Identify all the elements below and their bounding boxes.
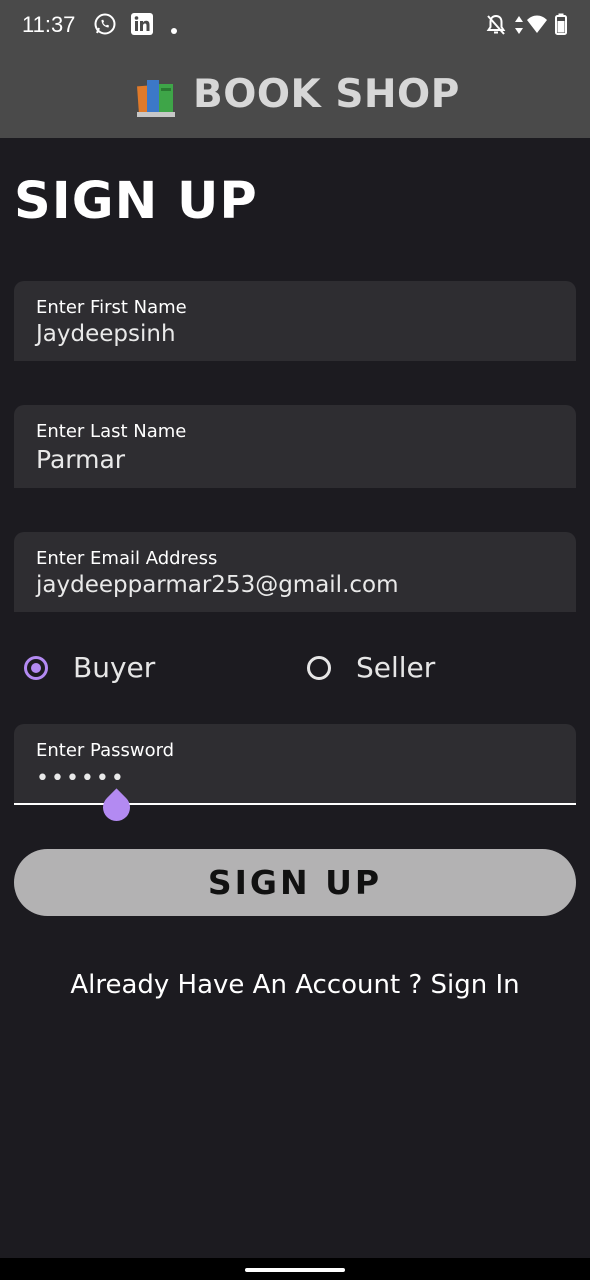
data-arrows-icon <box>514 14 524 40</box>
whatsapp-icon <box>93 12 117 40</box>
linkedin-icon <box>130 12 154 40</box>
notifications-off-icon <box>486 14 506 40</box>
last-name-label: Enter Last Name <box>36 421 187 442</box>
home-gesture-handle[interactable] <box>245 1268 345 1272</box>
buyer-radio[interactable] <box>24 656 48 680</box>
password-value: •••••• <box>36 766 126 791</box>
last-name-value: Parmar <box>36 445 126 474</box>
password-field[interactable]: Enter Password •••••• <box>14 724 576 805</box>
dot-icon <box>170 20 178 39</box>
app-bar: BOOK SHOP <box>0 52 590 138</box>
first-name-field[interactable]: Enter First Name Jaydeepsinh <box>14 281 576 361</box>
last-name-field[interactable]: Enter Last Name Parmar <box>14 405 576 488</box>
wifi-icon <box>526 14 548 38</box>
status-time: 11:37 <box>22 12 76 37</box>
email-value: jaydeepparmar253@gmail.com <box>36 572 399 598</box>
email-field[interactable]: Enter Email Address jaydeepparmar253@gma… <box>14 532 576 612</box>
password-label: Enter Password <box>36 740 175 761</box>
first-name-value: Jaydeepsinh <box>36 321 176 347</box>
app-title: BOOK SHOP <box>193 72 460 117</box>
status-bar: 11:37 <box>0 0 590 52</box>
battery-icon <box>555 13 567 39</box>
books-icon <box>133 74 179 124</box>
first-name-label: Enter First Name <box>36 297 187 318</box>
sign-up-button[interactable]: SIGN UP <box>14 849 576 916</box>
sign-in-link[interactable]: Already Have An Account ? Sign In <box>0 970 590 1000</box>
email-label: Enter Email Address <box>36 548 218 569</box>
seller-label[interactable]: Seller <box>356 651 435 684</box>
page-title: SIGN UP <box>14 172 258 231</box>
buyer-label[interactable]: Buyer <box>73 651 155 684</box>
seller-radio[interactable] <box>307 656 331 680</box>
